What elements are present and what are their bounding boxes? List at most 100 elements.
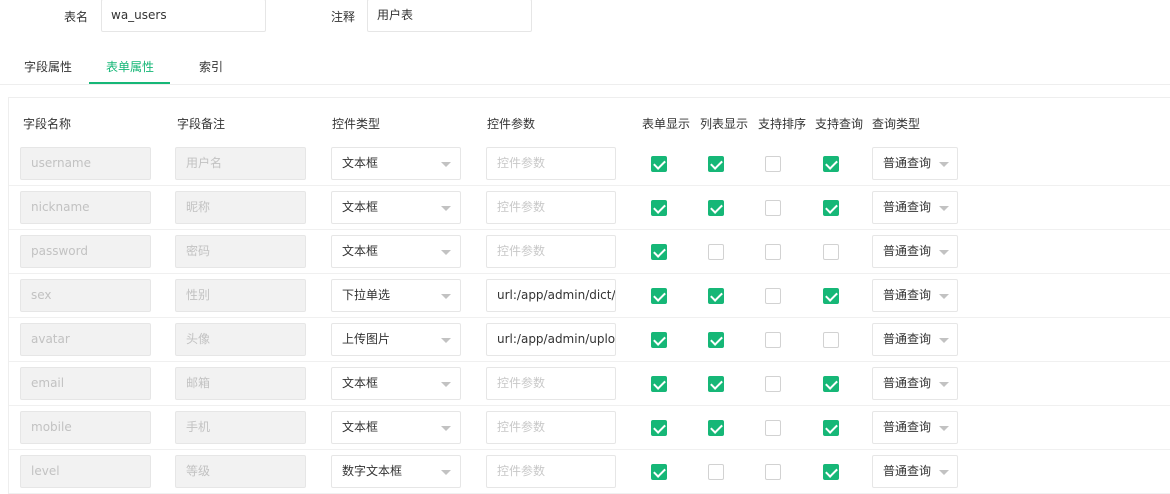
field-comment-input: 邮箱 [175,367,306,400]
sortable-checkbox[interactable] [765,156,781,172]
list-show-checkbox[interactable] [708,332,724,348]
control-type-select[interactable]: 文本框 [331,411,461,444]
form-show-checkbox[interactable] [651,420,667,436]
control-params-input[interactable]: 控件参数 [486,235,616,268]
form-show-checkbox[interactable] [651,376,667,392]
control-type-value: 文本框 [342,376,379,390]
control-type-select[interactable]: 数字文本框 [331,455,461,488]
caret-down-icon [939,470,949,475]
control-type-select[interactable]: 文本框 [331,235,461,268]
control-params-input[interactable]: 控件参数 [486,455,616,488]
control-params-input[interactable]: 控件参数 [486,147,616,180]
control-type-select[interactable]: 文本框 [331,191,461,224]
query-type-select[interactable]: 普通查询 [872,367,958,400]
caret-down-icon [939,426,949,431]
caret-down-icon [441,206,451,211]
field-name-input: email [20,367,151,400]
searchable-checkbox[interactable] [823,464,839,480]
query-type-select[interactable]: 普通查询 [872,147,958,180]
control-type-select[interactable]: 文本框 [331,147,461,180]
field-name-input: nickname [20,191,151,224]
header-list-show: 列表显示 [700,117,749,131]
caret-down-icon [441,162,451,167]
control-type-select[interactable]: 上传图片 [331,323,461,356]
form-show-checkbox[interactable] [651,288,667,304]
list-show-checkbox[interactable] [708,200,724,216]
query-type-select[interactable]: 普通查询 [872,411,958,444]
active-tab-indicator [89,82,170,84]
tab-index[interactable]: 索引 [199,58,223,75]
control-type-value: 下拉单选 [342,288,391,302]
control-type-value: 文本框 [342,156,379,170]
query-type-select[interactable]: 普通查询 [872,235,958,268]
form-show-checkbox[interactable] [651,244,667,260]
query-type-select[interactable]: 普通查询 [872,279,958,312]
form-properties-table: 字段名称 字段备注 控件类型 控件参数 表单显示 列表显示 支持排序 支持查询 … [8,97,1170,494]
control-params-input[interactable]: url:/app/admin/upload/ [486,323,616,356]
field-name-input: password [20,235,151,268]
query-type-value: 普通查询 [883,376,932,390]
table-row: password 密码 文本框 控件参数 普通查询 [9,230,1170,274]
comment-input[interactable]: 用户表 [367,0,532,32]
form-show-checkbox[interactable] [651,464,667,480]
searchable-checkbox[interactable] [823,200,839,216]
header-query-type: 查询类型 [872,117,921,131]
header-sortable: 支持排序 [758,117,807,131]
searchable-checkbox[interactable] [823,420,839,436]
form-show-checkbox[interactable] [651,200,667,216]
table-row: email 邮箱 文本框 控件参数 普通查询 [9,362,1170,406]
searchable-checkbox[interactable] [823,376,839,392]
table-name-label: 表名 [64,10,89,24]
control-type-select[interactable]: 下拉单选 [331,279,461,312]
tab-field-properties[interactable]: 字段属性 [24,58,72,75]
list-show-checkbox[interactable] [708,420,724,436]
table-row: level 等级 数字文本框 控件参数 普通查询 [9,450,1170,494]
field-comment-input: 密码 [175,235,306,268]
control-params-input[interactable]: 控件参数 [486,191,616,224]
field-name-input: mobile [20,411,151,444]
list-show-checkbox[interactable] [708,464,724,480]
caret-down-icon [441,294,451,299]
sortable-checkbox[interactable] [765,420,781,436]
control-params-input[interactable]: 控件参数 [486,367,616,400]
control-params-input[interactable]: url:/app/admin/dict/get [486,279,616,312]
table-name-input[interactable]: wa_users [101,0,266,32]
list-show-checkbox[interactable] [708,244,724,260]
table-row: sex 性别 下拉单选 url:/app/admin/dict/get 普通查询 [9,274,1170,318]
control-params-input[interactable]: 控件参数 [486,411,616,444]
header-searchable: 支持查询 [815,117,864,131]
searchable-checkbox[interactable] [823,156,839,172]
tab-form-properties[interactable]: 表单属性 [106,58,154,75]
sortable-checkbox[interactable] [765,464,781,480]
field-name-input: level [20,455,151,488]
form-show-checkbox[interactable] [651,156,667,172]
table-row: avatar 头像 上传图片 url:/app/admin/upload/普通查询 [9,318,1170,362]
table-row: mobile 手机 文本框 控件参数 普通查询 [9,406,1170,450]
caret-down-icon [939,206,949,211]
form-show-checkbox[interactable] [651,332,667,348]
header-field-name: 字段名称 [23,117,72,131]
control-type-select[interactable]: 文本框 [331,367,461,400]
query-type-select[interactable]: 普通查询 [872,191,958,224]
searchable-checkbox[interactable] [823,244,839,260]
header-field-comment: 字段备注 [177,117,226,131]
sortable-checkbox[interactable] [765,288,781,304]
query-type-select[interactable]: 普通查询 [872,455,958,488]
query-type-value: 普通查询 [883,156,932,170]
searchable-checkbox[interactable] [823,332,839,348]
sortable-checkbox[interactable] [765,200,781,216]
sortable-checkbox[interactable] [765,376,781,392]
query-type-select[interactable]: 普通查询 [872,323,958,356]
caret-down-icon [939,338,949,343]
table-row: username 用户名 文本框 控件参数 普通查询 [9,142,1170,186]
field-comment-input: 用户名 [175,147,306,180]
tab-bar: 字段属性 表单属性 索引 [0,56,1170,85]
searchable-checkbox[interactable] [823,288,839,304]
list-show-checkbox[interactable] [708,156,724,172]
query-type-value: 普通查询 [883,464,932,478]
caret-down-icon [939,250,949,255]
list-show-checkbox[interactable] [708,288,724,304]
sortable-checkbox[interactable] [765,244,781,260]
sortable-checkbox[interactable] [765,332,781,348]
list-show-checkbox[interactable] [708,376,724,392]
